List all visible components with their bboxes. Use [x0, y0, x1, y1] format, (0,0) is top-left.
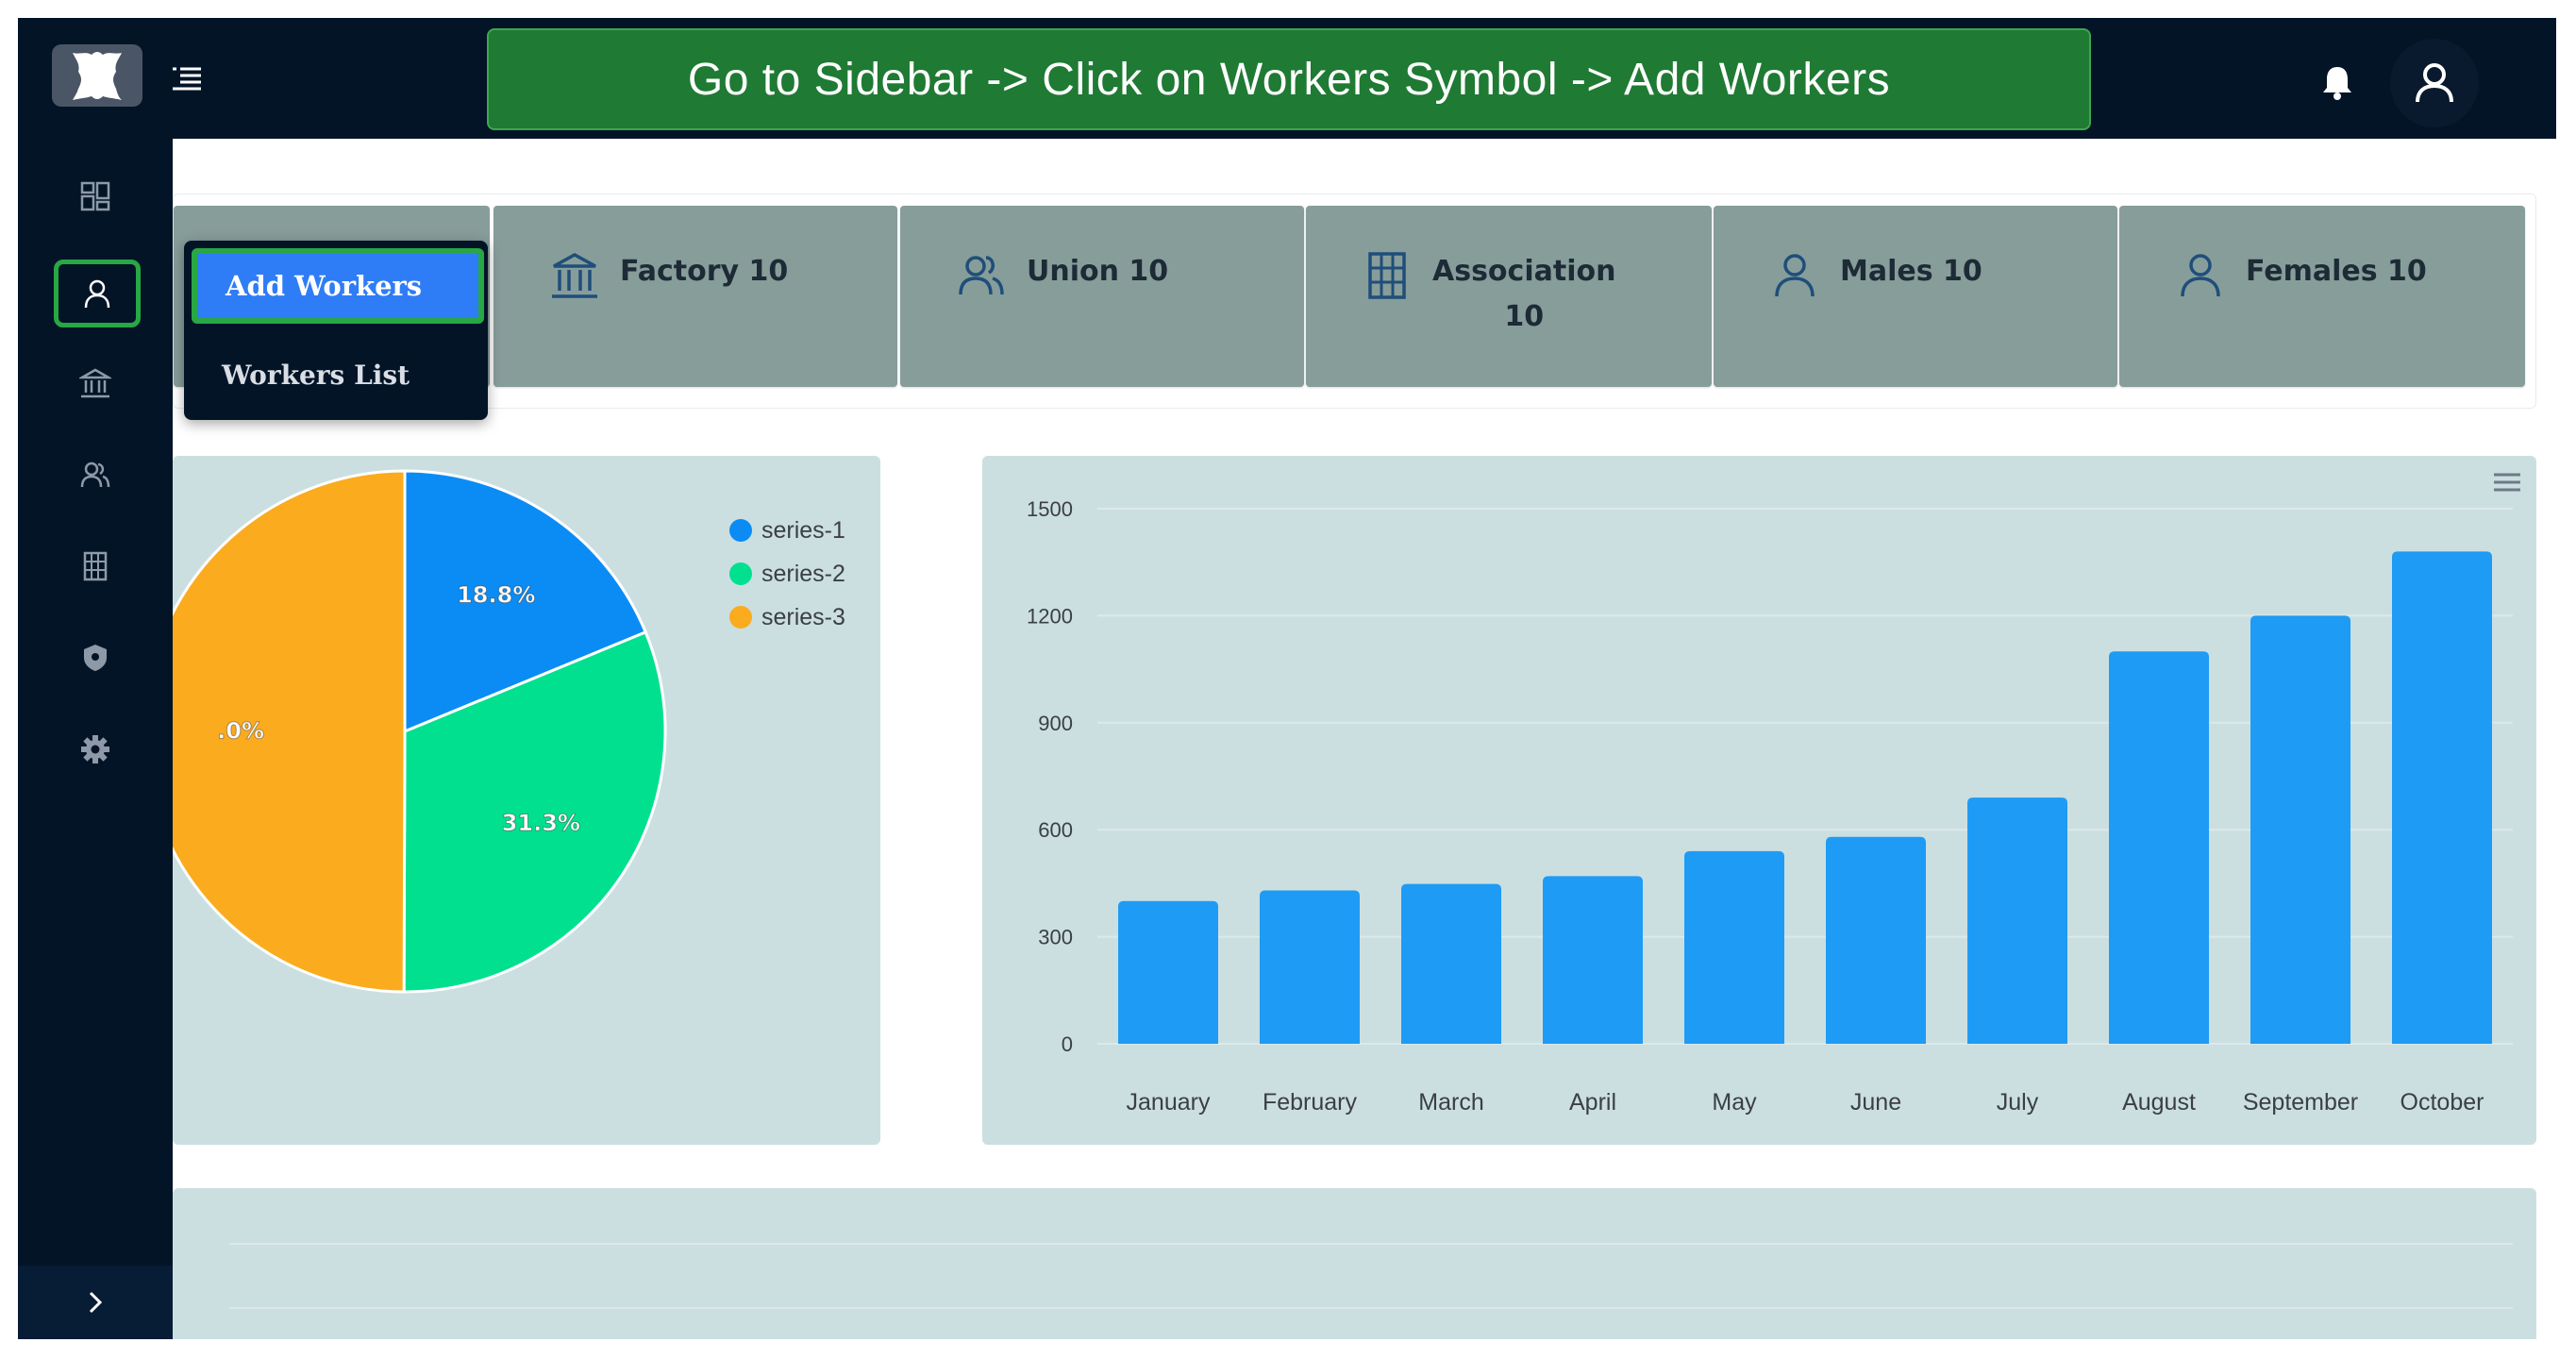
x-tick-label: January	[1127, 1089, 1211, 1116]
user-icon	[2181, 254, 2220, 297]
pie-legend: series-1 series-2 series-3	[729, 509, 845, 639]
y-tick-label: 0	[1062, 1032, 1073, 1056]
sidebar	[18, 139, 173, 1339]
app-frame: Go to Sidebar -> Click on Workers Symbol…	[18, 18, 2556, 1339]
workers-dropdown-menu: Add Workers Workers List	[184, 241, 488, 420]
sidebar-item-association[interactable]	[63, 534, 127, 598]
leather-logo[interactable]	[52, 44, 142, 107]
sidebar-expand-button[interactable]	[18, 1266, 173, 1339]
stat-card-factory[interactable]: Factory 10	[493, 206, 897, 387]
legend-label: series-2	[761, 560, 845, 587]
sidebar-item-security[interactable]	[63, 626, 127, 690]
stat-label: Association	[1432, 255, 1616, 288]
bell-icon[interactable]	[2317, 61, 2358, 103]
grid-line	[229, 1307, 2513, 1309]
stat-card-females[interactable]: Females 10	[2119, 206, 2525, 387]
sidebar-item-settings[interactable]	[63, 717, 127, 781]
bar[interactable]	[1260, 890, 1360, 1044]
y-tick-label: 1500	[1027, 497, 1073, 521]
sidebar-item-union[interactable]	[63, 443, 127, 507]
y-tick-label: 1200	[1027, 604, 1073, 628]
bar[interactable]	[1826, 836, 1926, 1044]
stat-label: Union 10	[1027, 255, 1169, 288]
user-profile-button[interactable]	[2390, 39, 2479, 127]
y-tick-label: 600	[1038, 818, 1073, 842]
x-tick-label: October	[2400, 1089, 2484, 1116]
bar[interactable]	[1118, 900, 1218, 1044]
x-tick-label: May	[1712, 1089, 1757, 1116]
building-icon	[1368, 252, 1406, 299]
building-icon	[83, 551, 108, 581]
stat-label-group: Association 10	[1432, 249, 1615, 340]
bank-icon	[79, 368, 111, 398]
bank-icon	[552, 253, 597, 298]
bottom-chart-panel	[173, 1188, 2536, 1339]
x-tick-label: March	[1418, 1089, 1483, 1116]
bar[interactable]	[2109, 651, 2209, 1044]
legend-label: series-1	[761, 516, 845, 544]
stat-value: 10	[1504, 300, 1545, 333]
chart-menu-icon[interactable]	[2490, 465, 2524, 499]
workers-list-menu-item[interactable]: Workers List	[222, 360, 410, 391]
pie-chart-panel: 18.8% 31.3% .0% series-1 series-2 series-3	[173, 456, 880, 1145]
bar[interactable]	[1967, 797, 2067, 1044]
stat-label: Females 10	[2246, 255, 2427, 288]
sidebar-item-dashboard[interactable]	[63, 164, 127, 228]
user-icon	[1775, 254, 1815, 297]
user-icon	[84, 279, 110, 309]
legend-item[interactable]: series-1	[729, 509, 845, 552]
pie-data-label: 31.3%	[502, 810, 580, 836]
bar[interactable]	[2250, 615, 2350, 1044]
stat-label: Factory 10	[620, 255, 789, 288]
x-tick-label: August	[2122, 1089, 2196, 1116]
legend-marker	[729, 562, 752, 585]
legend-label: series-3	[761, 603, 845, 630]
legend-marker	[729, 519, 752, 542]
stats-row: Factory 10 Union 10 Association 10 Males…	[173, 193, 2536, 409]
bar[interactable]	[1543, 876, 1643, 1044]
bar-chart-panel: 0 300 600 900 1200 1500 January February March Ap…	[982, 456, 2536, 1145]
y-tick-label: 300	[1038, 926, 1073, 949]
instruction-banner: Go to Sidebar -> Click on Workers Symbol…	[487, 28, 2091, 130]
x-tick-label: September	[2243, 1089, 2358, 1116]
legend-marker	[729, 606, 752, 629]
sidebar-item-factory[interactable]	[63, 351, 127, 415]
x-tick-label: July	[1997, 1089, 2039, 1116]
leather-logo-icon	[73, 52, 122, 100]
legend-item[interactable]: series-2	[729, 552, 845, 596]
stat-card-association[interactable]: Association 10	[1306, 206, 1712, 387]
legend-item[interactable]: series-3	[729, 596, 845, 639]
menu-toggle-icon[interactable]	[169, 60, 207, 98]
stat-card-males[interactable]: Males 10	[1714, 206, 2117, 387]
bar-chart: 0 300 600 900 1200 1500 January February March Ap…	[1027, 497, 2513, 1116]
stat-card-union[interactable]: Union 10	[900, 206, 1304, 387]
bar[interactable]	[1401, 883, 1501, 1044]
users-icon	[80, 461, 110, 488]
users-icon	[959, 256, 1004, 295]
stat-label: Males 10	[1840, 255, 1982, 288]
grid-line	[229, 1243, 2513, 1245]
bar[interactable]	[1684, 850, 1784, 1044]
shield-icon	[84, 645, 107, 671]
dashboard-grid-icon	[80, 181, 110, 211]
x-tick-label: April	[1569, 1089, 1616, 1116]
sidebar-item-workers[interactable]	[54, 260, 141, 327]
pie-slice[interactable]	[173, 469, 407, 994]
y-tick-label: 900	[1038, 712, 1073, 735]
pie-data-label: .0%	[217, 718, 264, 745]
x-tick-label: June	[1850, 1089, 1901, 1116]
gear-icon	[81, 735, 109, 763]
top-bar: Go to Sidebar -> Click on Workers Symbol…	[18, 18, 2556, 139]
chevron-right-icon	[89, 1291, 103, 1314]
x-tick-label: February	[1263, 1089, 1358, 1116]
bar[interactable]	[2392, 551, 2492, 1044]
pie-data-label: 18.8%	[457, 582, 535, 609]
user-icon	[2416, 63, 2453, 103]
add-workers-menu-item[interactable]: Add Workers	[192, 248, 484, 324]
